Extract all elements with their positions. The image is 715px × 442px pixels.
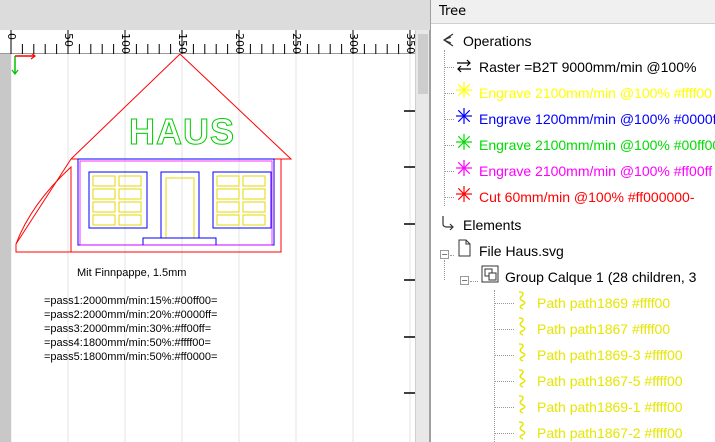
tree-node-operation[interactable]: Engrave 2100mm/min @100% #ffff00	[453, 80, 712, 106]
door-inner	[165, 177, 195, 238]
door	[160, 171, 200, 238]
pass-line: =pass3:2000mm/min:30%:#ff00ff=	[44, 323, 211, 335]
operation-label: Raster =B2T 9000mm/min @100%	[479, 59, 697, 75]
window-left-panes	[92, 175, 142, 226]
operations-icon	[437, 29, 459, 55]
canvas-vertical-scrollbar[interactable]	[415, 30, 429, 442]
window-right-frame	[212, 171, 272, 229]
group-label: Group Calque 1 (28 children, 3	[505, 269, 697, 285]
tree-node-path[interactable]: Path path1867 #ffff00	[511, 316, 670, 342]
ruler-tick-label: 300	[347, 33, 360, 54]
group-icon	[479, 265, 501, 291]
pass-list: =pass1:2000mm/min:15%:#00ff00= =pass2:200…	[44, 295, 217, 363]
operation-label: Engrave 1200mm/min @100% #0000ff	[479, 111, 715, 127]
horizontal-ruler: 0 50 100 150 200 250 300 350	[0, 30, 422, 54]
tree-node-path[interactable]: Path path1867-5 #ffff00	[511, 368, 683, 394]
elements-label: Elements	[463, 217, 522, 233]
path-icon	[511, 368, 533, 396]
window-left-frame	[88, 171, 148, 229]
pass-line: =pass1:2000mm/min:15%:#00ff00=	[44, 295, 217, 307]
tree-node-operation[interactable]: Cut 60mm/min @100% #ff000000-	[453, 184, 695, 210]
house-drawing[interactable]: HAUS	[15, 53, 293, 253]
left-ramp	[15, 165, 72, 252]
operation-label: Cut 60mm/min @100% #ff000000-	[479, 189, 695, 205]
ruler-tick-label: 100	[119, 33, 132, 54]
engrave-star-icon	[453, 81, 475, 107]
path-icon	[511, 316, 533, 344]
design-canvas[interactable]: HAUS Mit Finnpappe, 1.5mm =pass1:2000mm/…	[10, 52, 415, 442]
elements-icon	[437, 213, 459, 239]
path-label: Path path1869-3 #ffff00	[537, 347, 683, 363]
window-right-panes	[216, 175, 266, 226]
tree-panel[interactable]: Tree Operations Raster =B2T 9000mm/min @…	[430, 0, 715, 442]
pass-line: =pass5:1800mm/min:50%:#ff0000=	[44, 351, 217, 363]
pass-line: =pass4:1800mm/min:50%:#ffff00=	[44, 337, 211, 349]
ruler-tick-label: 150	[176, 33, 189, 54]
ruler-tick-label: 250	[290, 33, 303, 54]
operation-label: Engrave 2100mm/min @100% #ff00ff	[479, 163, 713, 179]
file-icon	[453, 239, 475, 265]
tree-node-operation[interactable]: Engrave 1200mm/min @100% #0000ff	[453, 106, 715, 132]
pass-line: =pass2:2000mm/min:20%:#0000ff=	[44, 309, 217, 321]
tree-view[interactable]: Operations Raster =B2T 9000mm/min @100% E…	[431, 24, 715, 442]
tree-node-elements[interactable]: Elements	[437, 212, 521, 238]
tree-guide	[444, 50, 445, 206]
path-label: Path path1867-2 #ffff00	[537, 425, 683, 441]
roof-outline	[15, 53, 293, 253]
canvas-toolbar-strip	[0, 0, 430, 30]
scrollbar-thumb[interactable]	[418, 34, 428, 94]
engrave-star-icon	[453, 133, 475, 159]
tree-node-path[interactable]: Path path1867-2 #ffff00	[511, 420, 683, 442]
path-label: Path path1869-1 #ffff00	[537, 399, 683, 415]
path-icon	[511, 394, 533, 422]
ruler-tick-label: 200	[233, 33, 246, 54]
cut-star-icon	[453, 185, 475, 211]
ruler-tick-label: 50	[62, 33, 75, 47]
group-expander[interactable]: −	[460, 276, 469, 285]
tree-node-operation[interactable]: Engrave 2100mm/min @100% #00ff00	[453, 132, 715, 158]
operation-label: Engrave 2100mm/min @100% #00ff00	[479, 137, 715, 153]
house-title-text: HAUS	[129, 111, 235, 152]
engrave-star-icon	[453, 159, 475, 185]
canvas-pane[interactable]: 0 50 100 150 200 250 300 350 HAUS Mit Fi…	[0, 0, 430, 442]
tree-node-path[interactable]: Path path1869-3 #ffff00	[511, 342, 683, 368]
ruler-tick-label: 0	[5, 33, 18, 40]
tree-node-operation[interactable]: Raster =B2T 9000mm/min @100%	[453, 54, 696, 80]
engrave-star-icon	[453, 107, 475, 133]
path-label: Path path1869 #ffff00	[537, 295, 671, 311]
tree-node-group[interactable]: Group Calque 1 (28 children, 3	[479, 264, 696, 290]
file-expander[interactable]: −	[440, 250, 449, 259]
path-icon	[511, 290, 533, 318]
ruler-tick-label: 350	[404, 33, 415, 54]
door-step	[142, 237, 217, 245]
material-note: Mit Finnpappe, 1.5mm	[77, 267, 186, 279]
design-svg: HAUS Mit Finnpappe, 1.5mm =pass1:2000mm/…	[10, 52, 415, 442]
tree-node-path[interactable]: Path path1869-1 #ffff00	[511, 394, 683, 420]
vertical-ruler	[0, 54, 11, 442]
path-label: Path path1867 #ffff00	[537, 321, 671, 337]
tree-node-operations[interactable]: Operations	[437, 28, 531, 54]
raster-icon	[453, 55, 475, 81]
path-label: Path path1867-5 #ffff00	[537, 373, 683, 389]
operations-label: Operations	[463, 33, 532, 49]
tree-panel-title: Tree	[431, 0, 715, 24]
ruler-ticks: 0 50 100 150 200 250 300 350	[5, 30, 422, 54]
tree-node-path[interactable]: Path path1869 #ffff00	[511, 290, 670, 316]
tree-node-file[interactable]: File Haus.svg	[453, 238, 564, 264]
path-icon	[511, 342, 533, 370]
tree-node-operation[interactable]: Engrave 2100mm/min @100% #ff00ff	[453, 158, 712, 184]
file-label: File Haus.svg	[479, 243, 564, 259]
operation-label: Engrave 2100mm/min @100% #ffff00	[479, 85, 712, 101]
path-icon	[511, 420, 533, 442]
origin-marker	[11, 52, 36, 75]
